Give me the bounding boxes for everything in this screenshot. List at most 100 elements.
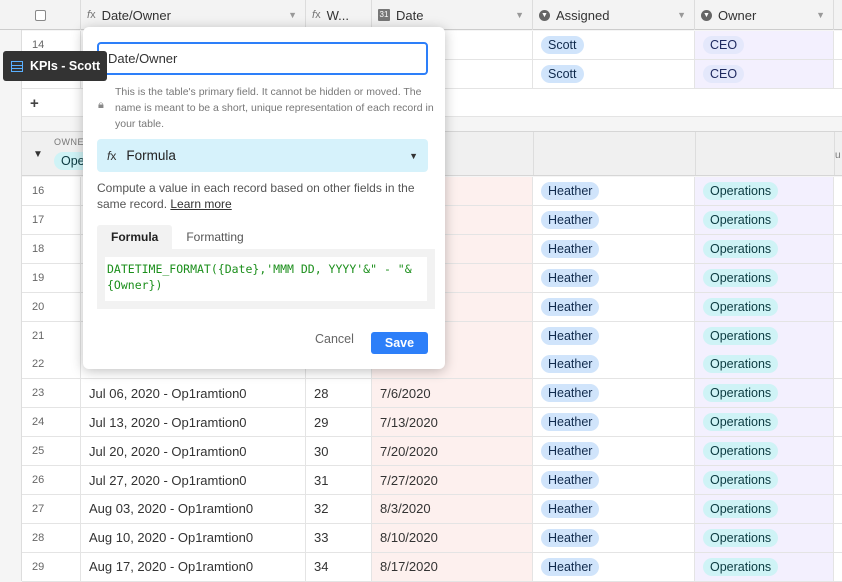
assigned-pill: Scott — [541, 65, 584, 83]
date-owner-cell[interactable]: Aug 03, 2020 - Op1ramtion0 — [81, 494, 306, 523]
assigned-pill: Heather — [541, 297, 600, 316]
assigned-cell[interactable]: Heather — [533, 292, 695, 321]
assigned-cell[interactable]: Heather — [533, 437, 695, 466]
assigned-cell[interactable]: Heather — [533, 379, 695, 408]
owner-cell[interactable]: Operations — [695, 234, 834, 263]
formula-editor[interactable]: DATETIME_FORMAT({Date},'MMM DD, YYYY'&" … — [105, 257, 427, 301]
select-all-checkbox[interactable] — [34, 9, 46, 21]
assigned-cell[interactable]: Heather — [533, 494, 695, 523]
owner-cell[interactable]: Operations — [695, 263, 834, 292]
assigned-cell[interactable]: Heather — [533, 408, 695, 437]
row-number: 24 — [22, 408, 81, 437]
date-owner-cell[interactable]: Jul 20, 2020 - Op1ramtion0 — [81, 437, 306, 466]
assigned-pill: Heather — [541, 210, 600, 229]
table-row[interactable]: 25 Jul 20, 2020 - Op1ramtion0 30 7/20/2020 H… — [22, 437, 842, 467]
owner-cell[interactable]: Operations — [695, 523, 834, 552]
tab-formatting[interactable]: Formatting — [172, 225, 257, 249]
owner-cell[interactable]: Operations — [695, 321, 834, 350]
row-number: 28 — [22, 523, 81, 552]
row-number: 17 — [22, 205, 81, 234]
assigned-cell[interactable]: Heather — [533, 205, 695, 234]
table-row[interactable]: 24 Jul 13, 2020 - Op1ramtion0 29 7/13/2020 H… — [22, 408, 842, 438]
table-row[interactable]: 28 Aug 10, 2020 - Op1ramtion0 33 8/10/2020 H… — [22, 523, 842, 553]
chevron-down-icon[interactable]: ▼ — [288, 10, 297, 20]
date-cell[interactable]: 8/3/2020 — [372, 494, 533, 523]
owner-cell[interactable]: Operations — [695, 494, 834, 523]
field-type-select[interactable]: fx Formula ▼ — [97, 139, 428, 172]
owner-pill: Operations — [703, 268, 779, 287]
owner-cell[interactable]: Operations — [695, 177, 834, 205]
week-cell[interactable]: 29 — [306, 408, 372, 437]
save-button[interactable]: Save — [371, 332, 428, 354]
chevron-down-icon[interactable]: ▼ — [515, 10, 524, 20]
chevron-down-icon[interactable]: ▼ — [409, 151, 418, 161]
owner-cell[interactable]: Operations — [695, 408, 834, 437]
date-owner-cell[interactable]: Aug 10, 2020 - Op1ramtion0 — [81, 523, 306, 552]
date-owner-cell[interactable]: Jul 13, 2020 - Op1ramtion0 — [81, 408, 306, 437]
field-type-description: Compute a value in each record based on … — [97, 181, 415, 211]
owner-cell[interactable]: Operations — [695, 466, 834, 494]
tab-formula[interactable]: Formula — [97, 225, 173, 249]
owner-cell[interactable]: Operations — [695, 292, 834, 321]
field-name-input[interactable]: Date/Owner — [97, 42, 428, 75]
date-owner-cell[interactable]: Jul 27, 2020 - Op1ramtion0 — [81, 466, 306, 494]
table-row[interactable]: 29 Aug 17, 2020 - Op1ramtion0 34 8/17/2020 H… — [22, 552, 842, 582]
date-owner-cell[interactable]: Jul 06, 2020 - Op1ramtion0 — [81, 379, 306, 408]
column-header-date[interactable]: 31 Date ▼ — [372, 0, 533, 30]
owner-cell[interactable]: Operations — [695, 437, 834, 466]
week-cell[interactable]: 33 — [306, 523, 372, 552]
date-cell[interactable]: 7/20/2020 — [372, 437, 533, 466]
assigned-pill: Heather — [541, 268, 600, 287]
week-cell[interactable]: 34 — [306, 552, 372, 581]
formula-icon: fx — [312, 9, 321, 21]
date-cell[interactable]: 7/27/2020 — [372, 466, 533, 494]
single-select-icon: ▼ — [701, 9, 712, 21]
owner-pill: Operations — [703, 413, 779, 432]
date-cell[interactable]: 7/6/2020 — [372, 379, 533, 408]
week-cell[interactable]: 30 — [306, 437, 372, 466]
table-row[interactable]: 23 Jul 06, 2020 - Op1ramtion0 28 7/6/2020 He… — [22, 379, 842, 409]
date-cell[interactable]: 7/13/2020 — [372, 408, 533, 437]
field-config-popup: Date/Owner 🔒︎ This is the table's primar… — [83, 27, 445, 369]
assigned-cell[interactable]: Heather — [533, 523, 695, 552]
owner-cell[interactable]: Operations — [695, 552, 834, 581]
add-record-button[interactable]: + — [22, 89, 81, 117]
formula-panel: DATETIME_FORMAT({Date},'MMM DD, YYYY'&" … — [97, 249, 435, 309]
chevron-down-icon[interactable]: ▼ — [33, 149, 43, 160]
assigned-cell[interactable]: Heather — [533, 321, 695, 350]
week-cell[interactable]: 32 — [306, 494, 372, 523]
owner-pill: CEO — [703, 65, 745, 83]
table-row[interactable]: 27 Aug 03, 2020 - Op1ramtion0 32 8/3/2020 He… — [22, 494, 842, 524]
assigned-cell[interactable]: Heather — [533, 177, 695, 205]
left-gutter — [0, 30, 22, 581]
owner-cell[interactable]: Operations — [695, 379, 834, 408]
select-all-cell[interactable] — [0, 0, 81, 30]
week-cell[interactable]: 28 — [306, 379, 372, 408]
column-header-week[interactable]: fx W... — [306, 0, 372, 30]
column-header-assigned[interactable]: ▼ Assigned ▼ — [533, 0, 695, 30]
chevron-down-icon[interactable]: ▼ — [677, 10, 686, 20]
assigned-cell[interactable]: Heather — [533, 552, 695, 581]
date-cell[interactable]: 8/17/2020 — [372, 552, 533, 581]
primary-field-note: This is the table's primary field. It ca… — [115, 86, 434, 130]
column-header-row: fx Date/Owner ▼ fx W... 31 Date ▼ ▼ Assi… — [0, 0, 842, 30]
row-number: 20 — [22, 292, 81, 321]
row-number: 27 — [22, 494, 81, 523]
assigned-cell[interactable]: Heather — [533, 466, 695, 494]
date-owner-cell[interactable]: Aug 17, 2020 - Op1ramtion0 — [81, 552, 306, 581]
chevron-down-icon[interactable]: ▼ — [816, 10, 825, 20]
owner-cell[interactable]: Operations — [695, 350, 834, 379]
assigned-cell[interactable]: Heather — [533, 350, 695, 379]
date-cell[interactable]: 8/10/2020 — [372, 523, 533, 552]
assigned-cell[interactable]: Heather — [533, 263, 695, 292]
owner-cell[interactable]: Operations — [695, 205, 834, 234]
learn-more-link[interactable]: Learn more — [170, 197, 231, 211]
week-cell[interactable]: 31 — [306, 466, 372, 494]
column-header-owner[interactable]: ▼ Owner ▼ — [695, 0, 834, 30]
cancel-button[interactable]: Cancel — [315, 332, 354, 346]
table-row[interactable]: 26 Jul 27, 2020 - Op1ramtion0 31 7/27/2020 H… — [22, 466, 842, 495]
row-number: 25 — [22, 437, 81, 466]
column-header-date-owner[interactable]: fx Date/Owner ▼ — [81, 0, 306, 30]
assigned-cell[interactable]: Heather — [533, 234, 695, 263]
assigned-pill: Heather — [541, 355, 600, 374]
